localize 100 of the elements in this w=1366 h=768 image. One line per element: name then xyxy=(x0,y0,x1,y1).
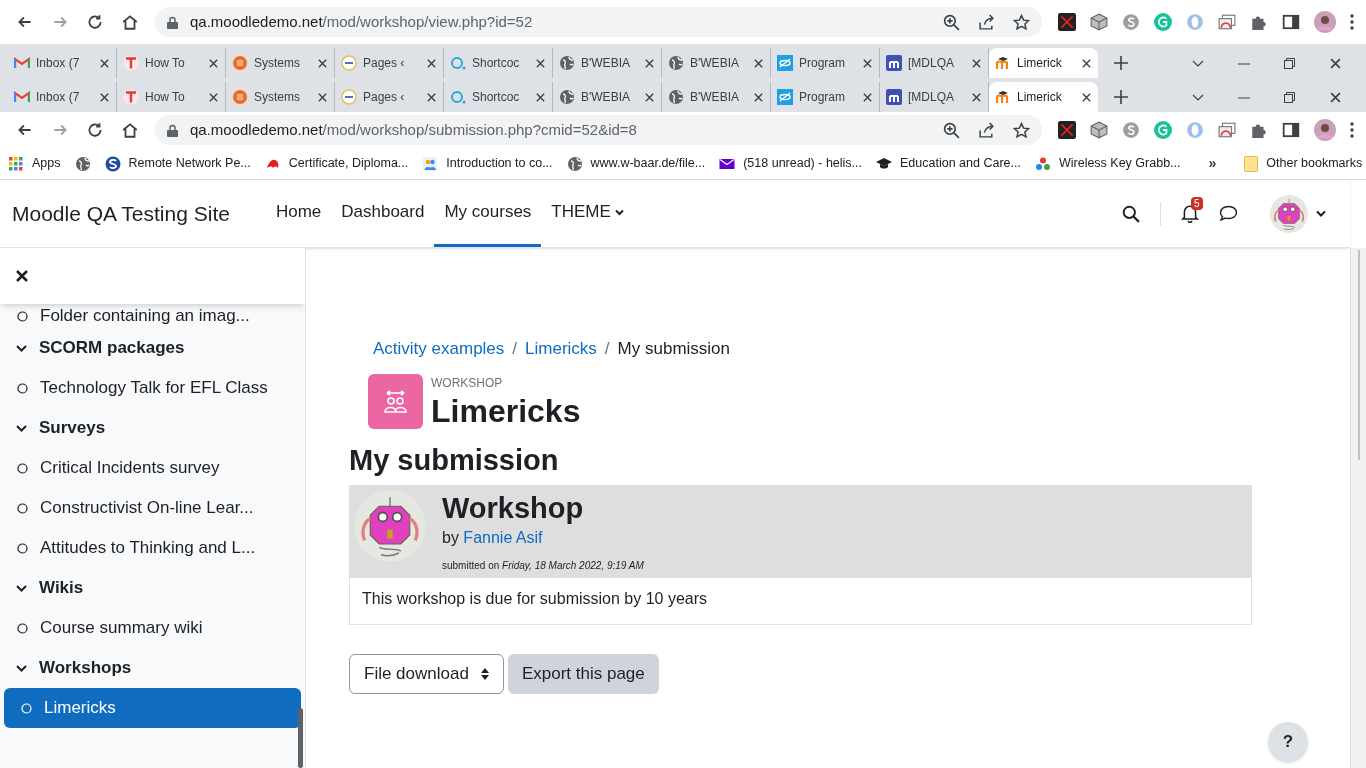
activity-link[interactable]: Attitudes to Thinking and L... xyxy=(0,528,305,568)
close-icon[interactable] xyxy=(16,270,28,282)
extension-icon[interactable] xyxy=(1058,121,1076,139)
bookmark[interactable]: Certificate, Diploma... xyxy=(264,154,409,173)
new-tab-icon[interactable] xyxy=(1114,56,1128,70)
menu-icon[interactable] xyxy=(1350,14,1354,30)
star-icon[interactable] xyxy=(1013,121,1030,139)
nav-link[interactable]: Home xyxy=(265,180,332,247)
home-icon[interactable] xyxy=(121,13,139,31)
tab-close-icon[interactable] xyxy=(99,91,110,103)
tab-close-icon[interactable] xyxy=(1081,57,1092,69)
tab-close-icon[interactable] xyxy=(862,91,873,103)
tab-close-icon[interactable] xyxy=(1081,91,1092,103)
star-icon[interactable] xyxy=(1013,13,1030,31)
tab-close-icon[interactable] xyxy=(426,91,437,103)
cast-icon[interactable] xyxy=(1218,121,1236,139)
tab-close-icon[interactable] xyxy=(535,57,546,69)
cast-icon[interactable] xyxy=(1218,13,1236,31)
caret-icon[interactable] xyxy=(1316,210,1326,217)
section-toggle[interactable]: Surveys xyxy=(0,408,305,448)
other-bookmarks[interactable]: Other bookmarks xyxy=(1244,154,1363,173)
share-icon[interactable] xyxy=(978,13,995,31)
robot-avatar-icon[interactable] xyxy=(354,489,426,562)
browser-tab[interactable]: Limerick xyxy=(989,82,1098,112)
section-toggle[interactable]: SCORM packages xyxy=(0,328,305,368)
tab-close-icon[interactable] xyxy=(426,57,437,69)
profile-avatar-icon[interactable] xyxy=(1314,119,1336,141)
bookmark[interactable]: Introduction to co... xyxy=(422,154,553,173)
cube-icon[interactable] xyxy=(1090,13,1108,31)
cube-icon[interactable] xyxy=(1090,121,1108,139)
more-bookmarks-button[interactable]: » xyxy=(1208,153,1217,174)
activity-link[interactable]: Folder containing an imag... xyxy=(0,304,305,328)
activity-link[interactable]: Course summary wiki xyxy=(0,608,305,648)
tab-close-icon[interactable] xyxy=(971,91,982,103)
side-panel-icon[interactable] xyxy=(1282,121,1300,139)
reload-icon[interactable] xyxy=(86,13,104,31)
bookmark[interactable]: Wireless Key Grabb... xyxy=(1034,154,1181,173)
close-window-icon[interactable] xyxy=(1329,57,1342,70)
tab-close-icon[interactable] xyxy=(862,57,873,69)
tab-close-icon[interactable] xyxy=(644,91,655,103)
tab-close-icon[interactable] xyxy=(753,91,764,103)
activity-link[interactable]: Critical Incidents survey xyxy=(0,448,305,488)
chat-icon[interactable] xyxy=(1219,205,1238,222)
bookmark[interactable] xyxy=(74,155,91,172)
chevron-down-icon[interactable] xyxy=(1192,59,1204,68)
tab-close-icon[interactable] xyxy=(317,91,328,103)
address-bar[interactable]: qa.moodledemo.net/mod/workshop/submission.php?cmid=52&id=8 xyxy=(155,115,1042,145)
extension-icon[interactable] xyxy=(1058,13,1076,31)
site-brand[interactable]: Moodle QA Testing Site xyxy=(12,197,230,230)
nav-link[interactable]: THEME xyxy=(541,180,634,247)
address-bar[interactable]: qa.moodledemo.net/mod/workshop/view.php?id=52 xyxy=(155,7,1042,37)
breadcrumb-link[interactable]: Activity examples xyxy=(373,336,505,362)
section-toggle[interactable]: Workshops xyxy=(0,648,305,688)
skype-icon[interactable] xyxy=(1122,13,1140,31)
tab-close-icon[interactable] xyxy=(99,57,110,69)
activity-link[interactable]: Constructivist On-line Lear... xyxy=(0,488,305,528)
browser-tab[interactable]: Limerick xyxy=(989,48,1098,78)
reload-icon[interactable] xyxy=(86,121,104,139)
author-link[interactable]: Fannie Asif xyxy=(463,528,543,546)
breadcrumb-current: My submission xyxy=(617,338,730,360)
chevron-icon xyxy=(16,342,27,354)
help-button[interactable]: ? xyxy=(1268,722,1308,762)
bookmark[interactable]: (518 unread) - helis... xyxy=(719,154,862,173)
activity-link[interactable]: Limericks xyxy=(4,688,301,728)
export-button[interactable]: Export this page xyxy=(507,653,659,694)
breadcrumb-link[interactable]: Limericks xyxy=(525,336,597,362)
search-icon[interactable] xyxy=(1122,204,1140,223)
people-icon xyxy=(422,155,439,172)
bookmark[interactable]: Education and Care... xyxy=(876,154,1021,173)
section-toggle[interactable]: Wikis xyxy=(0,568,305,608)
nav-link[interactable]: Dashboard xyxy=(331,180,435,247)
submitted-date: Friday, 18 March 2022, 9:19 AM xyxy=(502,559,644,571)
menu-icon[interactable] xyxy=(1350,122,1354,138)
close-window-icon[interactable] xyxy=(1329,91,1342,104)
robot-avatar-icon[interactable] xyxy=(1270,194,1308,233)
tab-close-icon[interactable] xyxy=(644,57,655,69)
nav-link[interactable]: My courses xyxy=(434,180,542,247)
activity-link[interactable]: Technology Talk for EFL Class xyxy=(0,368,305,408)
tab-close-icon[interactable] xyxy=(753,57,764,69)
side-panel-icon[interactable] xyxy=(1282,13,1300,31)
tab-close-icon[interactable] xyxy=(208,57,219,69)
bookmark[interactable]: www.w-baar.de/file... xyxy=(566,154,706,173)
restore-icon[interactable] xyxy=(1284,58,1295,69)
new-tab-icon[interactable] xyxy=(1114,90,1128,104)
zoom-icon[interactable] xyxy=(943,13,960,31)
tab-close-icon[interactable] xyxy=(535,91,546,103)
bookmark[interactable]: Apps xyxy=(8,154,61,173)
skype-icon[interactable] xyxy=(1122,121,1140,139)
share-icon[interactable] xyxy=(978,121,995,139)
chevron-down-icon[interactable] xyxy=(1192,93,1204,102)
tab-close-icon[interactable] xyxy=(208,91,219,103)
profile-avatar-icon[interactable] xyxy=(1314,11,1336,33)
bookmark[interactable]: Remote Network Pe... xyxy=(104,154,251,173)
tab-close-icon[interactable] xyxy=(971,57,982,69)
tab-close-icon[interactable] xyxy=(317,57,328,69)
download-format-select[interactable]: File download xyxy=(349,653,504,694)
globe-icon xyxy=(559,55,575,71)
restore-icon[interactable] xyxy=(1284,92,1295,103)
home-icon[interactable] xyxy=(121,121,139,139)
zoom-icon[interactable] xyxy=(943,121,960,139)
